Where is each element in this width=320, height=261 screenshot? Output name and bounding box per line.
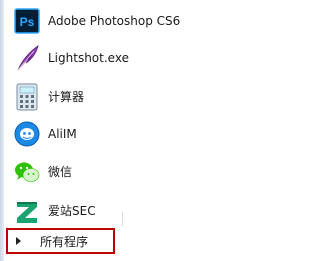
aizhan-icon [17, 202, 37, 223]
program-label-wechat: 微信 [48, 165, 73, 179]
feather-icon [17, 45, 39, 71]
triangle-right-icon [16, 237, 21, 245]
menu-divider [122, 212, 123, 226]
wechat-icon [15, 162, 40, 182]
program-item-calculator[interactable]: 计算器 [8, 82, 240, 112]
menu-left-edge [0, 0, 4, 261]
program-label-lightshot: Lightshot.exe [48, 51, 129, 65]
program-label-aizhan-sec: 爱站SEC [48, 204, 96, 218]
program-label-photoshop: Adobe Photoshop CS6 [48, 14, 181, 28]
all-programs-label: 所有程序 [40, 235, 89, 249]
photoshop-icon: Ps [14, 8, 40, 34]
start-menu: Ps Adobe Photoshop CS6 Lightshot.exe 计算器 [0, 0, 260, 261]
photoshop-icon-text: Ps [20, 15, 35, 29]
program-item-aizhan-sec[interactable]: 爱站SEC [8, 196, 240, 226]
program-item-photoshop[interactable]: Ps Adobe Photoshop CS6 [8, 6, 240, 36]
program-item-aliim[interactable]: AliIM [8, 119, 240, 149]
calculator-icon [16, 83, 38, 111]
program-item-wechat[interactable]: 微信 [8, 157, 240, 187]
program-label-calculator: 计算器 [48, 90, 85, 104]
aliim-icon [14, 121, 40, 147]
all-programs-button[interactable]: 所有程序 [6, 228, 115, 254]
program-item-lightshot[interactable]: Lightshot.exe [8, 43, 240, 73]
program-label-aliim: AliIM [48, 127, 77, 141]
